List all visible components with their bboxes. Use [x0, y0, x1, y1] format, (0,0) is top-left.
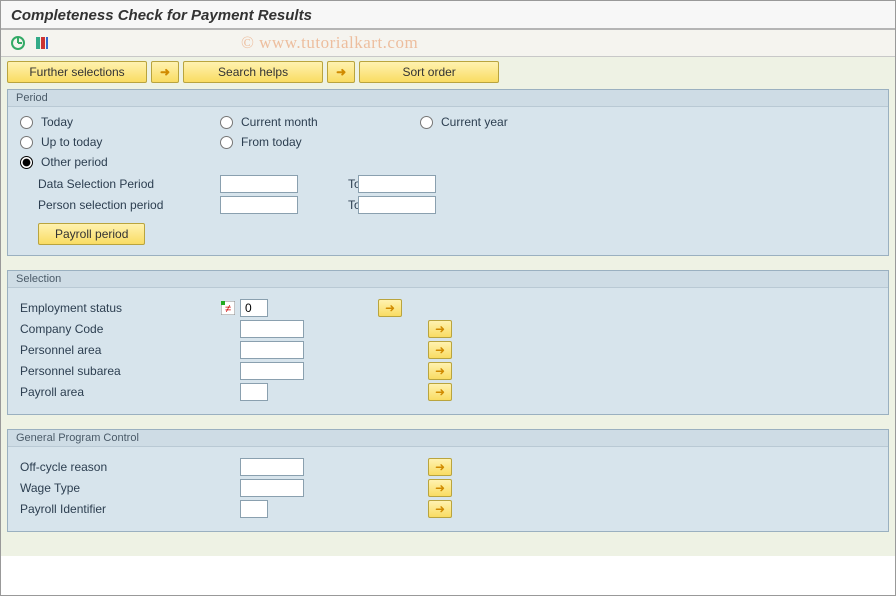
- payroll-identifier-input[interactable]: [240, 500, 268, 518]
- data-selection-period-label: Data Selection Period: [20, 177, 220, 191]
- app-window: Completeness Check for Payment Results ©…: [0, 0, 896, 596]
- employment-status-input[interactable]: [240, 299, 268, 317]
- to-label-2: To: [298, 198, 358, 212]
- period-group: Period Today Current month Current year …: [7, 89, 889, 256]
- offcycle-reason-input[interactable]: [240, 458, 304, 476]
- company-code-label: Company Code: [20, 322, 220, 336]
- offcycle-reason-multiselect-button[interactable]: ➜: [428, 458, 452, 476]
- personnel-subarea-input[interactable]: [240, 362, 304, 380]
- to-label-1: To: [298, 177, 358, 191]
- selection-group: Selection Employment status ≠ ➜ Company …: [7, 270, 889, 415]
- person-selection-to-input[interactable]: [358, 196, 436, 214]
- company-code-multiselect-button[interactable]: ➜: [428, 320, 452, 338]
- selection-button-row: Further selections ➜ Search helps ➜ Sort…: [1, 57, 895, 83]
- general-legend: General Program Control: [8, 430, 888, 447]
- payroll-period-label: Payroll period: [55, 227, 128, 241]
- person-selection-from-input[interactable]: [220, 196, 298, 214]
- further-selections-label: Further selections: [29, 65, 124, 79]
- person-selection-period-label: Person selection period: [20, 198, 220, 212]
- general-program-control-group: General Program Control Off-cycle reason…: [7, 429, 889, 532]
- radio-today-label: Today: [41, 115, 73, 129]
- data-selection-to-input[interactable]: [358, 175, 436, 193]
- radio-up-to-today-label: Up to today: [41, 135, 102, 149]
- further-selections-button[interactable]: Further selections: [7, 61, 147, 83]
- radio-from-today-label: From today: [241, 135, 302, 149]
- sort-order-label: Sort order: [402, 65, 455, 79]
- wage-type-multiselect-button[interactable]: ➜: [428, 479, 452, 497]
- radio-from-today[interactable]: From today: [220, 135, 420, 149]
- radio-current-year[interactable]: Current year: [420, 115, 620, 129]
- payroll-area-multiselect-button[interactable]: ➜: [428, 383, 452, 401]
- radio-other-period[interactable]: Other period: [20, 155, 220, 169]
- wage-type-label: Wage Type: [20, 481, 220, 495]
- selection-legend: Selection: [8, 271, 888, 288]
- search-helps-button[interactable]: Search helps: [183, 61, 323, 83]
- radio-current-month-label: Current month: [241, 115, 318, 129]
- radio-current-month[interactable]: Current month: [220, 115, 420, 129]
- employment-status-label: Employment status: [20, 301, 220, 315]
- company-code-input[interactable]: [240, 320, 304, 338]
- radio-other-period-label: Other period: [41, 155, 108, 169]
- employment-status-multiselect-button[interactable]: ➜: [378, 299, 402, 317]
- personnel-subarea-label: Personnel subarea: [20, 364, 220, 378]
- payroll-period-button[interactable]: Payroll period: [38, 223, 145, 245]
- page-title: Completeness Check for Payment Results: [11, 7, 885, 24]
- personnel-area-label: Personnel area: [20, 343, 220, 357]
- not-equal-icon[interactable]: ≠: [220, 300, 236, 316]
- payroll-area-input[interactable]: [240, 383, 268, 401]
- search-helps-label: Search helps: [218, 65, 288, 79]
- wage-type-input[interactable]: [240, 479, 304, 497]
- payroll-identifier-multiselect-button[interactable]: ➜: [428, 500, 452, 518]
- personnel-subarea-multiselect-button[interactable]: ➜: [428, 362, 452, 380]
- arrow-right-icon: ➜: [336, 65, 346, 79]
- data-selection-from-input[interactable]: [220, 175, 298, 193]
- payroll-identifier-label: Payroll Identifier: [20, 502, 220, 516]
- payroll-area-label: Payroll area: [20, 385, 220, 399]
- execute-icon[interactable]: [9, 34, 27, 52]
- variant-icon[interactable]: [33, 34, 51, 52]
- personnel-area-multiselect-button[interactable]: ➜: [428, 341, 452, 359]
- offcycle-reason-label: Off-cycle reason: [20, 460, 220, 474]
- radio-current-year-label: Current year: [441, 115, 508, 129]
- sort-order-arrow-button[interactable]: ➜: [327, 61, 355, 83]
- sort-order-button[interactable]: Sort order: [359, 61, 499, 83]
- period-legend: Period: [8, 90, 888, 107]
- arrow-right-icon: ➜: [160, 65, 170, 79]
- content-area: Period Today Current month Current year …: [1, 83, 895, 556]
- radio-today[interactable]: Today: [20, 115, 220, 129]
- svg-text:≠: ≠: [225, 303, 231, 315]
- radio-up-to-today[interactable]: Up to today: [20, 135, 220, 149]
- search-helps-arrow-button[interactable]: ➜: [151, 61, 179, 83]
- personnel-area-input[interactable]: [240, 341, 304, 359]
- titlebar: Completeness Check for Payment Results: [1, 1, 895, 30]
- icon-toolbar: [1, 30, 895, 57]
